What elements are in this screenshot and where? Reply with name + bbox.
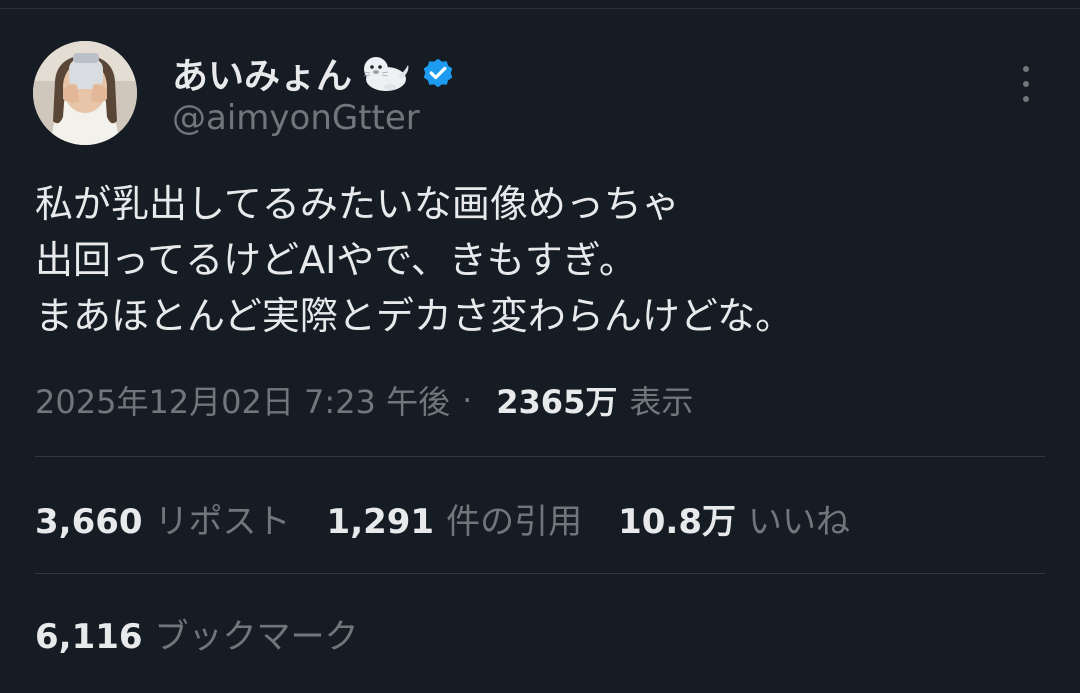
- reposts-count: 3,660: [35, 501, 143, 542]
- meta-separator: ·: [462, 381, 473, 419]
- likes-stat[interactable]: 10.8万 いいね: [618, 494, 850, 543]
- quotes-count: 1,291: [326, 501, 435, 542]
- tweet-text: 私が乳出してるみたいな画像めっちゃ 出回ってるけどAIやで、きもすぎ。 まあほと…: [35, 176, 1045, 344]
- bookmarks-label: ブックマーク: [154, 616, 359, 657]
- divider: [35, 573, 1045, 574]
- more-dot: [1023, 96, 1029, 102]
- engagement-stats: 3,660 リポスト 1,291 件の引用 10.8万 いいね: [35, 490, 886, 546]
- views-label: 表示: [629, 383, 694, 421]
- seal-icon: [360, 53, 410, 93]
- verified-badge-icon: [420, 55, 456, 91]
- likes-count: 10.8万: [618, 501, 736, 542]
- author-handle[interactable]: @aimyonGtter: [172, 98, 420, 138]
- bookmarks-stat[interactable]: 6,116 ブックマーク: [35, 609, 359, 658]
- bookmarks-stats: 6,116 ブックマーク: [35, 605, 395, 661]
- divider: [35, 456, 1045, 457]
- quotes-label: 件の引用: [446, 501, 583, 542]
- tweet-text-line: 私が乳出してるみたいな画像めっちゃ: [35, 182, 680, 226]
- display-name-text: あいみょん: [172, 56, 353, 97]
- timestamp[interactable]: 2025年12月02日 7:23 午後: [35, 377, 450, 423]
- bookmarks-count: 6,116: [35, 616, 143, 657]
- quotes-stat[interactable]: 1,291 件の引用: [327, 494, 583, 543]
- reposts-label: リポスト: [154, 501, 291, 542]
- avatar-image: [33, 41, 137, 145]
- display-name[interactable]: あいみょん: [172, 50, 456, 97]
- more-dot: [1023, 81, 1029, 87]
- more-options-icon[interactable]: [1016, 66, 1036, 102]
- views-count: 2365万: [496, 383, 618, 421]
- more-dot: [1023, 66, 1029, 72]
- tweet-meta: 2025年12月02日 7:23 午後 · 2365万 表示: [35, 374, 693, 426]
- tweet-text-line: 出回ってるけどAIやで、きもすぎ。: [35, 238, 637, 282]
- tweet-text-line: まあほとんど実際とデカさ変わらんけどな。: [35, 294, 794, 338]
- avatar[interactable]: [33, 41, 137, 145]
- reposts-stat[interactable]: 3,660 リポスト: [35, 494, 291, 543]
- top-divider: [0, 8, 1080, 9]
- likes-label: いいね: [747, 501, 850, 542]
